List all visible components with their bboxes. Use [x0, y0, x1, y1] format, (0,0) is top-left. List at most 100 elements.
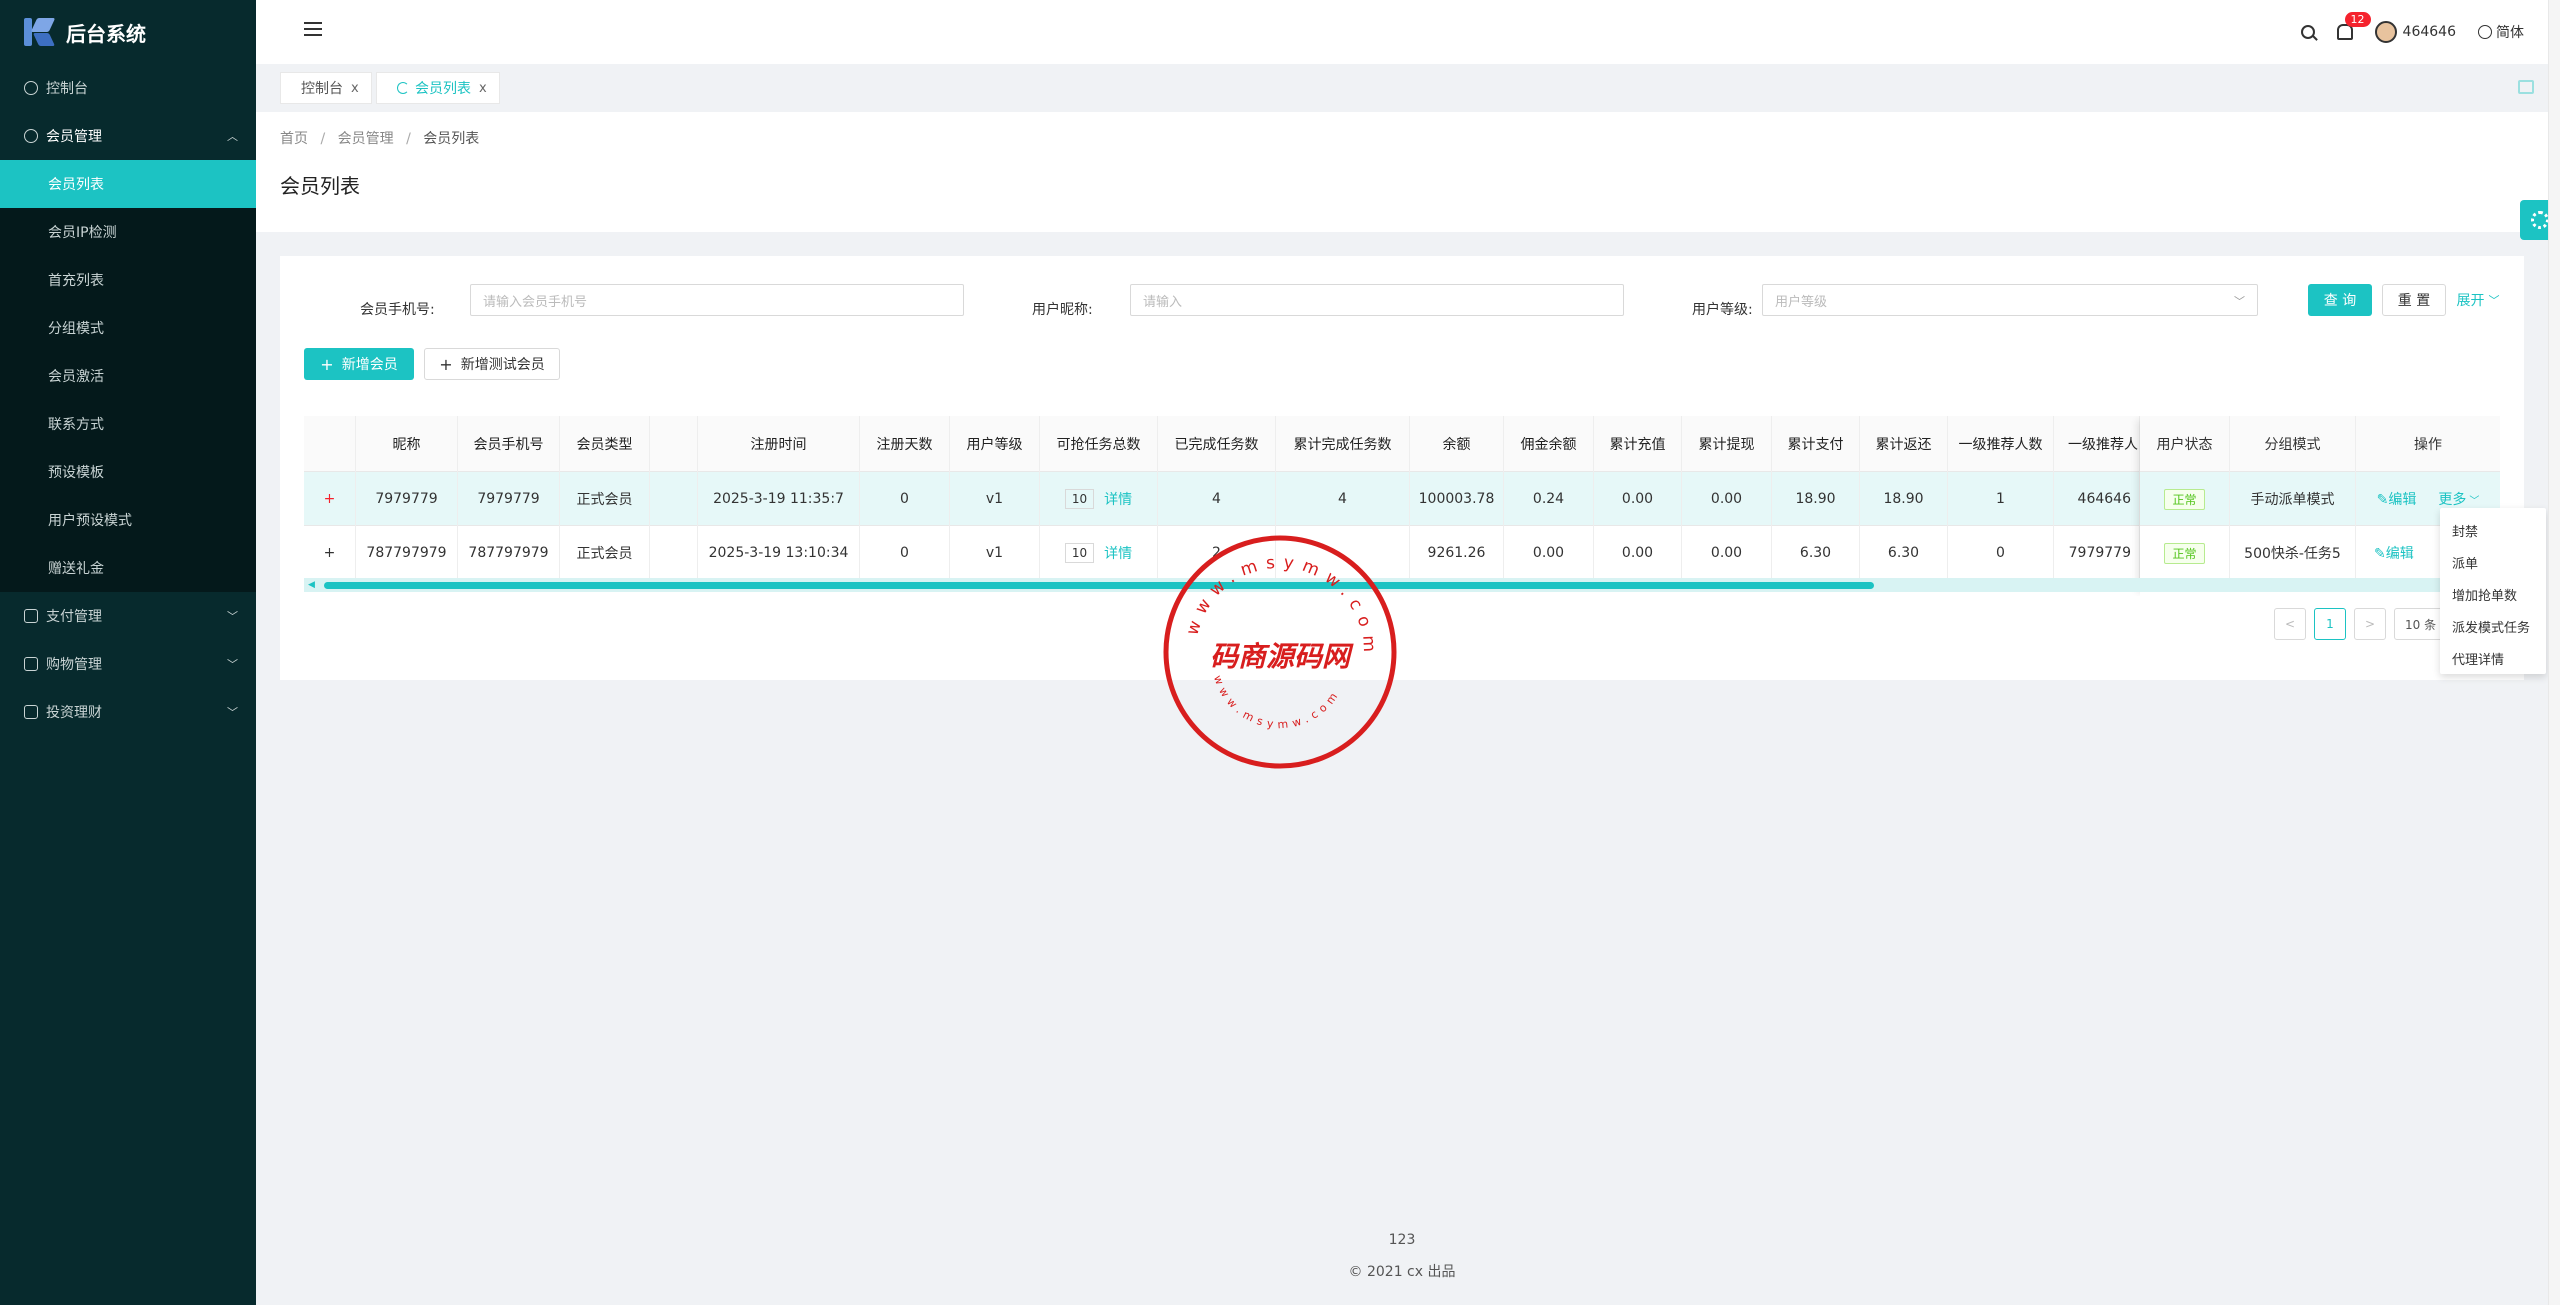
lock-icon[interactable] — [2518, 80, 2534, 94]
next-page-button[interactable]: > — [2354, 608, 2386, 640]
page-number[interactable]: 1 — [2314, 608, 2346, 640]
globe-icon — [2478, 25, 2492, 39]
cell-status: 正常 — [2140, 526, 2230, 580]
detail-link[interactable]: 详情 — [1104, 489, 1132, 509]
menu-item-agent-detail[interactable]: 代理详情 — [2440, 642, 2546, 674]
col-ref-count: 一级推荐人数 — [1948, 416, 2054, 472]
col-reg-days: 注册天数 — [860, 416, 950, 472]
cell-status: 正常 — [2140, 472, 2230, 526]
col-task-total: 可抢任务总数 — [1040, 416, 1158, 472]
sidebar-item-investment[interactable]: 投资理财 ﹀ — [0, 688, 256, 736]
sidebar-item-member-list[interactable]: 会员列表 — [0, 160, 256, 208]
menu-item-add-grab-count[interactable]: 增加抢单数 — [2440, 578, 2546, 610]
expand-icon: + — [323, 545, 336, 561]
row-expand-button[interactable]: + — [304, 526, 356, 580]
placeholder: 请输入会员手机号 — [483, 294, 588, 310]
sidebar-item-contact[interactable]: 联系方式 — [0, 400, 256, 448]
add-test-member-button[interactable]: + 新增测试会员 — [424, 348, 560, 380]
shopping-icon — [24, 657, 38, 671]
cell-recharge: 0.00 — [1594, 472, 1682, 526]
col-status: 用户状态 — [2140, 416, 2230, 472]
search-button[interactable]: 查 询 — [2308, 284, 2372, 316]
page-vertical-scrollbar[interactable] — [2548, 0, 2560, 1305]
page-title: 会员列表 — [280, 174, 360, 198]
close-icon[interactable]: x — [479, 81, 487, 96]
dashboard-icon — [24, 81, 38, 95]
sidebar-item-member-activate[interactable]: 会员激活 — [0, 352, 256, 400]
cell-phone: 7979779 — [458, 472, 560, 526]
menu-item-dispatch[interactable]: 派单 — [2440, 546, 2546, 578]
sidebar-item-user-preset-mode[interactable]: 用户预设模式 — [0, 496, 256, 544]
app-logo[interactable]: 后台系统 — [0, 0, 256, 64]
table-horizontal-scrollbar[interactable]: ◀ — [304, 578, 2500, 592]
user-menu[interactable]: 464646 — [2374, 21, 2456, 43]
cell-level: v1 — [950, 526, 1040, 580]
sidebar-item-member-management[interactable]: 会员管理 ︿ — [0, 112, 256, 160]
pagination: < 1 > 10 条 — [2274, 608, 2454, 640]
level-filter-select[interactable]: 用户等级 ﹀ — [1762, 284, 2258, 316]
sidebar-item-first-recharge[interactable]: 首充列表 — [0, 256, 256, 304]
cell-done: 4 — [1158, 472, 1276, 526]
sidebar-item-label: 控制台 — [46, 81, 88, 97]
cell-type: 正式会员 — [560, 472, 650, 526]
cell-withdraw: 0.00 — [1682, 472, 1772, 526]
sidebar-item-member-ip-check[interactable]: 会员IP检测 — [0, 208, 256, 256]
cell-phone: 787797979 — [458, 526, 560, 580]
sidebar-item-label: 会员管理 — [46, 129, 102, 145]
sidebar-item-preset-template[interactable]: 预设模板 — [0, 448, 256, 496]
breadcrumb-member-management[interactable]: 会员管理 — [338, 131, 394, 147]
tab-member-list[interactable]: 会员列表 x — [376, 72, 500, 104]
phone-filter-input[interactable]: 请输入会员手机号 — [470, 284, 964, 316]
col-balance: 余额 — [1410, 416, 1504, 472]
sidebar-item-dashboard[interactable]: 控制台 — [0, 64, 256, 112]
page-header: 首页 / 会员管理 / 会员列表 会员列表 — [256, 112, 2548, 232]
close-icon[interactable]: x — [351, 81, 359, 96]
sidebar-item-group-mode[interactable]: 分组模式 — [0, 304, 256, 352]
detail-link[interactable]: 详情 — [1104, 543, 1132, 563]
bell-icon[interactable]: 12 — [2336, 12, 2371, 40]
chevron-down-icon: ﹀ — [2469, 496, 2480, 507]
search-icon[interactable] — [2300, 25, 2315, 39]
more-dropdown-trigger[interactable]: 更多 ﹀ — [2438, 489, 2479, 509]
stamp-graphic: www.msymw.com www.msymw.com 码商源码网 — [1163, 535, 1397, 769]
member-list-card: 会员手机号: 请输入会员手机号 用户昵称: 请输入 用户等级: 用户等级 ﹀ 查… — [280, 256, 2524, 680]
row-expand-button[interactable]: + — [304, 472, 356, 526]
stamp-ring-bottom: www.msymw.com — [1211, 674, 1343, 732]
prev-page-button[interactable]: < — [2274, 608, 2306, 640]
col-commission: 佣金余额 — [1504, 416, 1594, 472]
scrollbar-thumb[interactable] — [324, 582, 1874, 589]
cell-referrer: 7979779 — [2054, 526, 2140, 580]
tabs-bar: 控制台 x 会员列表 x — [256, 64, 2548, 112]
edit-link[interactable]: ✎编辑 — [2377, 489, 2417, 509]
refresh-icon[interactable] — [397, 82, 409, 94]
sidebar-item-label: 投资理财 — [46, 705, 102, 721]
add-member-button[interactable]: + 新增会员 — [304, 348, 414, 380]
sidebar-item-payment[interactable]: 支付管理 ﹀ — [0, 592, 256, 640]
sidebar-item-gift-money[interactable]: 赠送礼金 — [0, 544, 256, 592]
menu-item-dispatch-mode-task[interactable]: 派发模式任务 — [2440, 610, 2546, 642]
menu-fold-icon[interactable] — [304, 22, 322, 40]
footer-copyright: © 2021 cx 出品 — [1348, 1264, 1456, 1280]
caret-left-icon[interactable]: ◀ — [308, 580, 315, 590]
cell-group: 手动派单模式 — [2230, 472, 2356, 526]
tab-dashboard[interactable]: 控制台 x — [280, 72, 372, 104]
cell-reg-days: 0 — [860, 472, 950, 526]
nickname-filter-input[interactable]: 请输入 — [1130, 284, 1624, 316]
breadcrumb-separator: / — [320, 131, 326, 147]
col-blank — [650, 416, 698, 472]
menu-item-ban[interactable]: 封禁 — [2440, 514, 2546, 546]
chevron-down-icon: ﹀ — [227, 610, 238, 623]
plus-icon: + — [439, 354, 453, 374]
investment-icon — [24, 705, 38, 719]
expand-toggle[interactable]: 展开 ﹀ — [2452, 284, 2504, 316]
reset-button[interactable]: 重 置 — [2382, 284, 2446, 316]
cell-done-total: 4 — [1276, 472, 1410, 526]
breadcrumb-home[interactable]: 首页 — [280, 131, 308, 147]
edit-link[interactable]: ✎编辑 — [2374, 543, 2414, 563]
language-switch[interactable]: 简体 — [2478, 22, 2524, 42]
cell-pay: 6.30 — [1772, 526, 1860, 580]
sidebar-item-shopping[interactable]: 购物管理 ﹀ — [0, 640, 256, 688]
username: 464646 — [2402, 24, 2456, 40]
col-refund: 累计返还 — [1860, 416, 1948, 472]
col-level: 用户等级 — [950, 416, 1040, 472]
